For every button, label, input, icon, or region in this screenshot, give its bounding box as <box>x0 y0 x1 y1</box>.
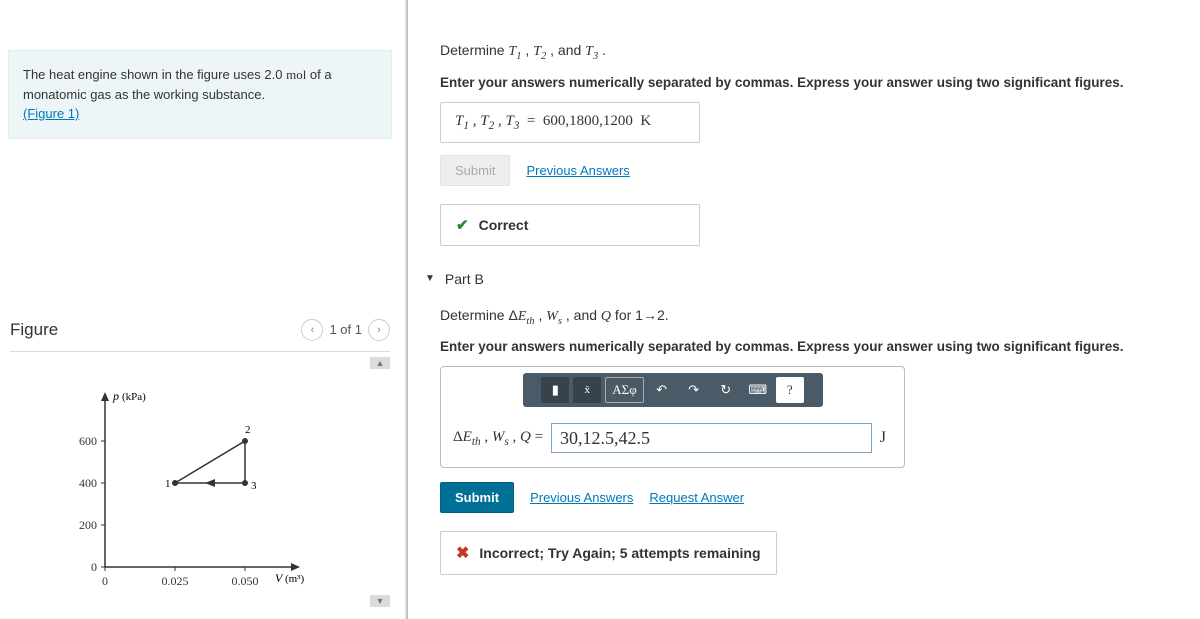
figure-scroll-up[interactable]: ▲ <box>370 357 390 369</box>
svg-text:V: V <box>275 571 284 585</box>
partb-prompt: Determine ΔEth , Ws , and Q for 1→2. <box>440 305 1180 330</box>
tb-template-icon[interactable]: ▮ <box>541 377 569 403</box>
reset-icon[interactable]: ↻ <box>712 377 740 403</box>
partb-answer-panel: ▮ x̄ ΑΣφ ↶ ↷ ↻ ⌨ ? ΔEth , Ws , Q = J <box>440 366 905 468</box>
help-icon[interactable]: ? <box>776 377 804 403</box>
svg-text:0: 0 <box>91 560 97 574</box>
figure-pager: 1 of 1 <box>329 322 362 337</box>
parta-feedback-text: Correct <box>479 217 529 233</box>
svg-text:1: 1 <box>165 478 171 490</box>
check-icon: ✔ <box>456 216 469 234</box>
partb-request-answer-link[interactable]: Request Answer <box>649 490 744 505</box>
svg-text:(kPa): (kPa) <box>122 391 146 403</box>
parta-prompt: Determine T1 , T2 , and T3 . <box>440 40 1180 65</box>
problem-mol: mol <box>286 67 306 82</box>
svg-text:0.025: 0.025 <box>162 574 189 588</box>
equation-toolbar: ▮ x̄ ΑΣφ ↶ ↷ ↻ ⌨ ? <box>523 373 823 407</box>
parta-feedback: ✔ Correct <box>440 204 700 246</box>
svg-text:p: p <box>112 389 119 403</box>
partb-answer-input[interactable] <box>551 423 872 453</box>
pv-chart: 0 200 400 600 0 0.025 0.050 p (kPa) V (m… <box>65 387 325 597</box>
svg-text:0.050: 0.050 <box>232 574 259 588</box>
parta-answer-box: T1 , T2 , T3 = 600,1800,1200 K <box>440 102 700 143</box>
figure-title: Figure <box>10 320 58 340</box>
undo-icon[interactable]: ↶ <box>648 377 676 403</box>
problem-text-1: The heat engine shown in the figure uses… <box>23 67 286 82</box>
parta-answer-value: 600,1800,1200 <box>543 113 633 129</box>
problem-statement: The heat engine shown in the figure uses… <box>8 50 392 139</box>
partb-answer-lhs: ΔEth , Ws , Q = <box>453 429 543 448</box>
parta-answer-unit: K <box>640 113 651 129</box>
partb-previous-answers-link[interactable]: Previous Answers <box>530 490 633 505</box>
partb-feedback: ✖ Incorrect; Try Again; 5 attempts remai… <box>440 531 777 575</box>
partb-answer-unit: J <box>880 429 890 447</box>
partb-title: Part B <box>445 271 484 287</box>
partb-instructions: Enter your answers numerically separated… <box>440 339 1180 354</box>
partb-submit-button[interactable]: Submit <box>440 482 514 513</box>
keyboard-icon[interactable]: ⌨ <box>744 377 772 403</box>
parta-instructions: Enter your answers numerically separated… <box>440 75 1180 90</box>
svg-text:(m³): (m³) <box>285 573 305 585</box>
redo-icon[interactable]: ↷ <box>680 377 708 403</box>
figure-link[interactable]: (Figure 1) <box>23 106 79 121</box>
figure-prev-button[interactable]: ‹ <box>301 319 323 341</box>
svg-text:2: 2 <box>245 424 251 436</box>
svg-text:600: 600 <box>79 434 97 448</box>
svg-text:200: 200 <box>79 518 97 532</box>
tb-greek-button[interactable]: ΑΣφ <box>605 377 643 403</box>
figure-next-button[interactable]: › <box>368 319 390 341</box>
parta-previous-answers-link[interactable]: Previous Answers <box>526 163 629 178</box>
parta-submit-button[interactable]: Submit <box>440 155 510 186</box>
svg-text:3: 3 <box>251 480 257 492</box>
partb-header-toggle[interactable]: ▼ Part B <box>425 271 1180 287</box>
x-icon: ✖ <box>456 543 469 563</box>
figure-scroll-down[interactable]: ▼ <box>370 595 390 607</box>
caret-down-icon: ▼ <box>425 273 435 284</box>
partb-feedback-text: Incorrect; Try Again; 5 attempts remaini… <box>479 545 760 561</box>
tb-fraction-icon[interactable]: x̄ <box>573 377 601 403</box>
svg-text:400: 400 <box>79 476 97 490</box>
svg-text:0: 0 <box>102 574 108 588</box>
